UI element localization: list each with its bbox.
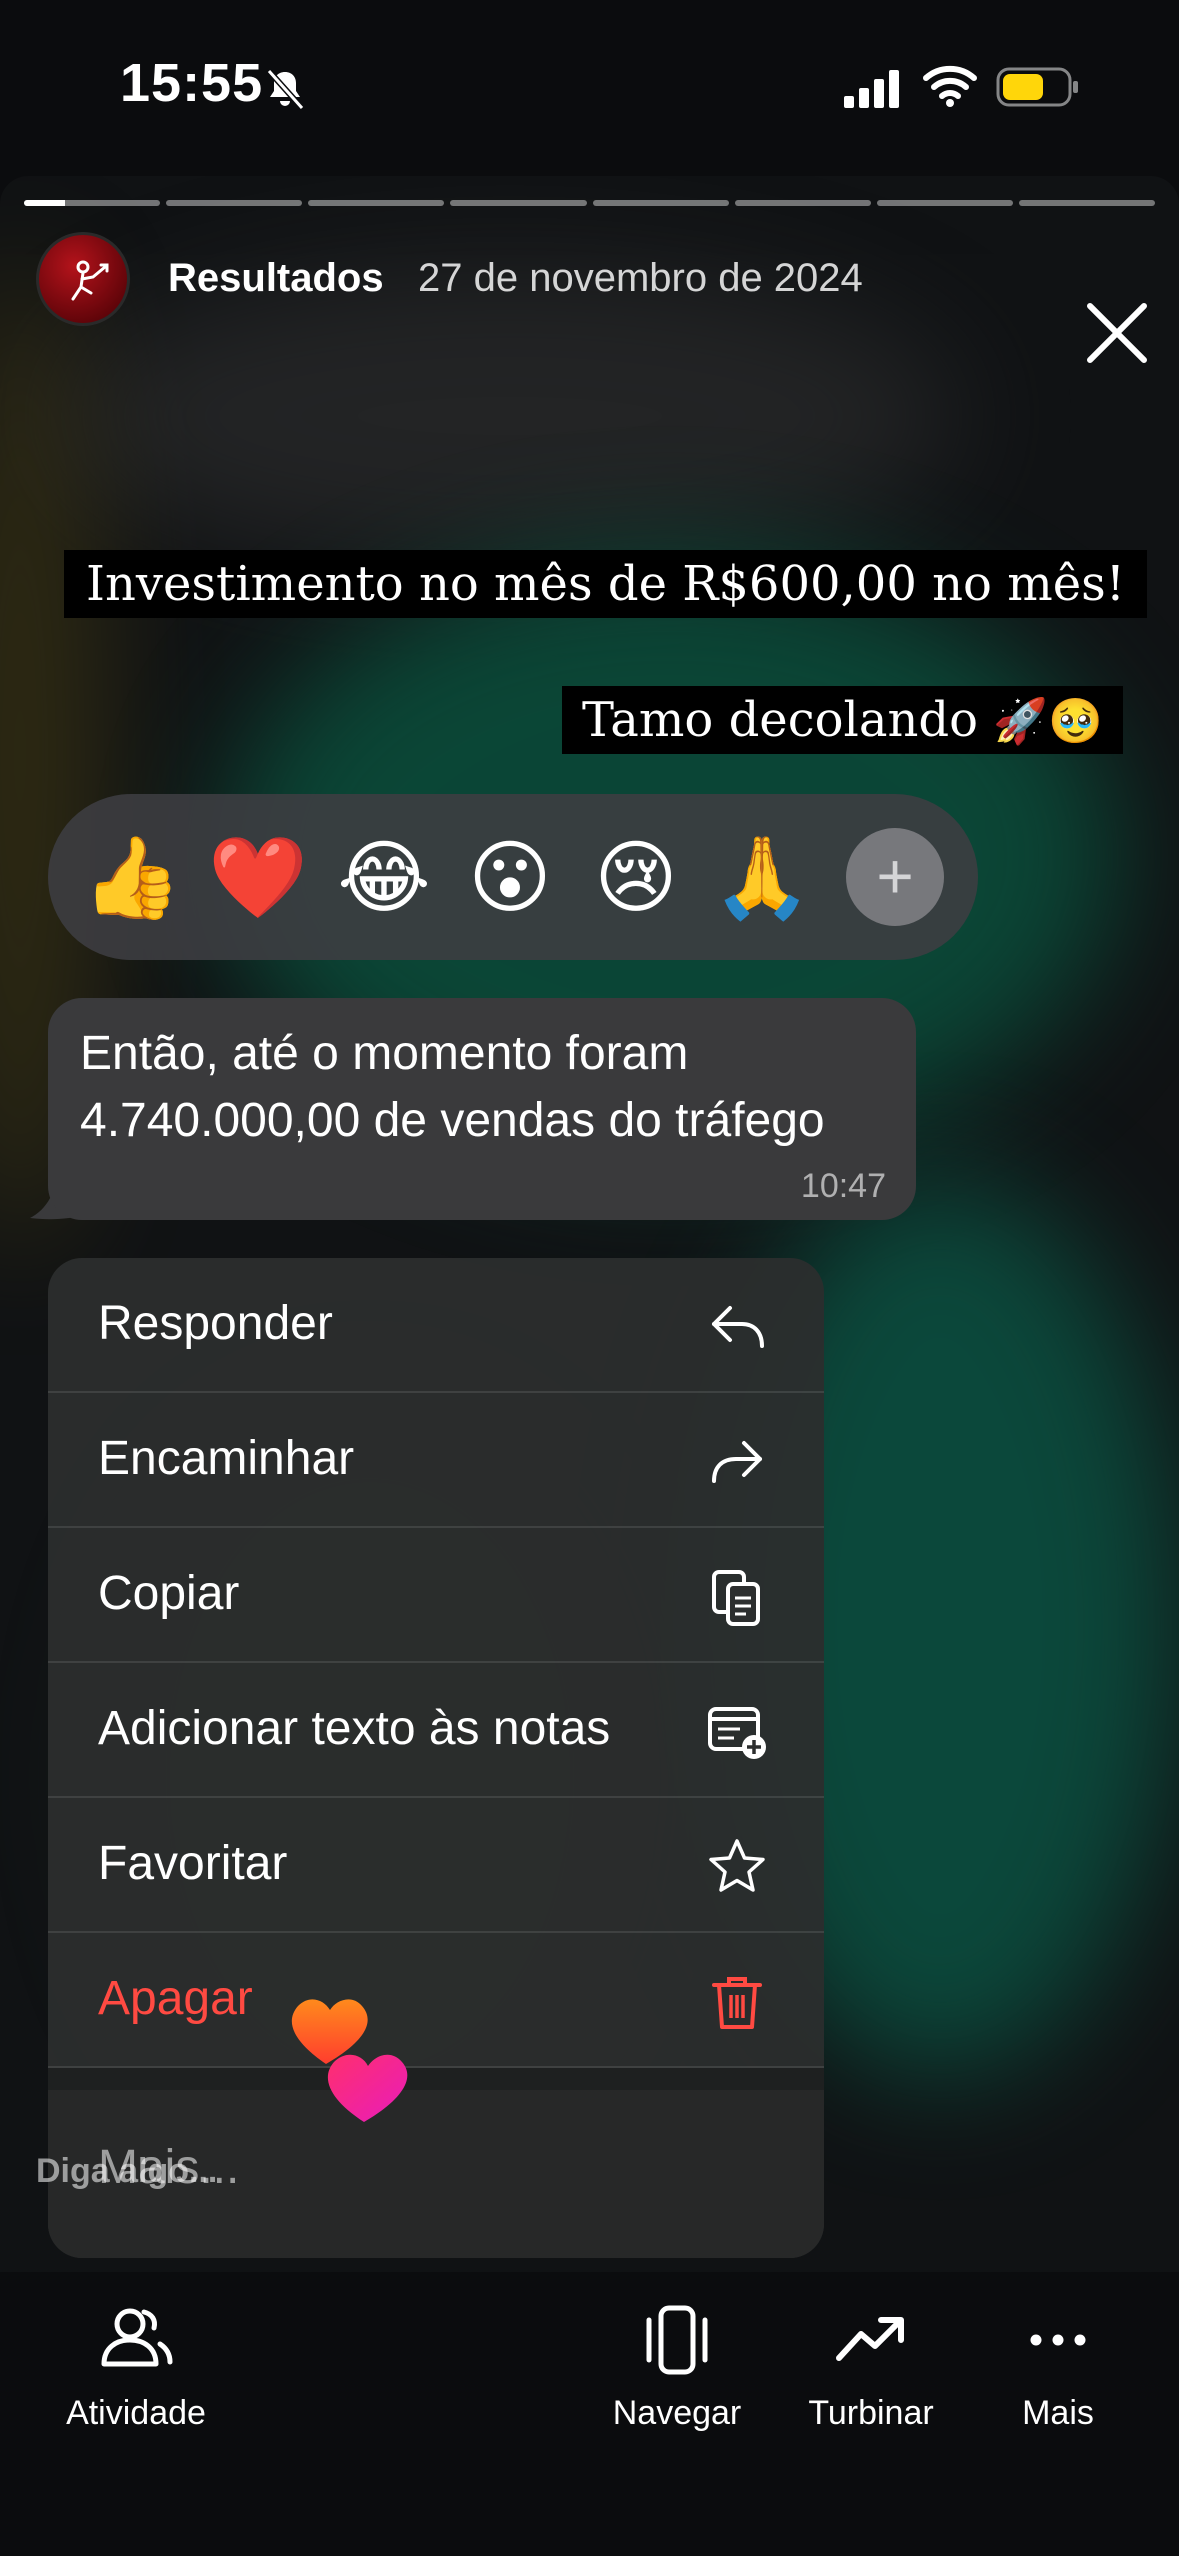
star-icon (709, 1839, 765, 1892)
floating-hearts-icon (291, 1999, 408, 2122)
story-progress-segment (166, 200, 303, 206)
story-progress-fill (24, 200, 65, 206)
menu-item-add-to-notes[interactable]: Adicionar texto às notas (48, 1663, 824, 1798)
story-progress-segment (24, 200, 161, 206)
close-icon[interactable] (1086, 302, 1148, 364)
status-bar: 15:55 (0, 0, 1179, 170)
plus-icon: + (876, 840, 914, 912)
reply-icon (712, 1306, 764, 1348)
copy-icon (712, 1570, 760, 1626)
reaction-laughing[interactable]: 😂 (332, 826, 436, 930)
navigate-cards-icon (646, 2305, 708, 2375)
more-dots-icon (1030, 2334, 1086, 2346)
menu-item-label: Adicionar texto às notas (98, 1702, 611, 1755)
bottom-toolbar: Atividade Navegar Turbinar Mais (0, 2272, 1179, 2556)
story-account-name[interactable]: Resultados (168, 256, 384, 301)
caption-text: Tamo decolando (582, 692, 994, 748)
more-reactions-button[interactable]: + (846, 828, 944, 926)
tab-label: Atividade (66, 2394, 206, 2432)
story-date: 27 de novembro de 2024 (418, 256, 863, 300)
caption-emoji: 🚀🥹 (993, 696, 1103, 747)
story-progress-bar (24, 200, 1155, 206)
menu-item-label: Apagar (98, 1972, 253, 2025)
story-header: Resultados 27 de novembro de 2024 (0, 232, 1179, 363)
menu-item-favorite[interactable]: Favoritar (48, 1798, 824, 1933)
story-progress-segment (1018, 200, 1155, 206)
avatar[interactable] (36, 232, 130, 326)
wifi-icon (923, 65, 977, 107)
menu-item-copy[interactable]: Copiar (48, 1528, 824, 1663)
menu-separator (48, 2068, 824, 2090)
story-progress-segment (734, 200, 871, 206)
context-menu: Responder Encaminhar Copiar Adicionar te… (48, 1258, 824, 2258)
reaction-crying[interactable]: 😢 (584, 826, 688, 930)
story-progress-segment (592, 200, 729, 206)
story-caption: Investimento no mês de R$600,00 no mês! (64, 550, 1148, 618)
reaction-thumbs-up[interactable]: 👍 (80, 826, 184, 930)
menu-item-forward[interactable]: Encaminhar (48, 1393, 824, 1528)
cellular-signal-icon (844, 70, 899, 108)
menu-item-delete[interactable]: Apagar (48, 1933, 824, 2068)
status-time: 15:55 (120, 53, 264, 113)
story-viewer[interactable]: Resultados 27 de novembro de 2024 Invest… (0, 176, 1179, 2272)
forward-icon (712, 1441, 762, 1483)
add-note-icon (708, 1707, 766, 1759)
tab-label: Turbinar (808, 2394, 934, 2432)
story-caption-secondary: Tamo decolando 🚀🥹 (562, 686, 1123, 754)
account-logo-icon (71, 260, 109, 301)
tab-label: Mais (1022, 2394, 1094, 2432)
reaction-praying[interactable]: 🙏 (710, 826, 814, 930)
trash-icon (712, 1977, 762, 2029)
menu-item-label: Favoritar (98, 1837, 288, 1890)
reaction-surprised[interactable]: 😮 (458, 826, 562, 930)
bell-slash-icon (266, 69, 305, 110)
menu-item-label: Responder (98, 1297, 333, 1350)
menu-item-label: Encaminhar (98, 1432, 355, 1485)
tab-more[interactable]: Mais (1010, 2302, 1106, 2433)
reaction-bar: 👍 ❤️ 😂 😮 😢 🙏 + (48, 794, 978, 960)
reply-input-placeholder[interactable]: Diga algo... (36, 2152, 217, 2191)
tab-label: Navegar (612, 2394, 742, 2432)
story-progress-segment (450, 200, 587, 206)
story-progress-segment (876, 200, 1013, 206)
menu-item-reply[interactable]: Responder (48, 1258, 824, 1393)
message-time: 10:47 (800, 1167, 886, 1205)
tab-activity[interactable]: Atividade (56, 2302, 216, 2433)
message-text: Então, até o momento foram 4.740.000,00 … (80, 1027, 825, 1147)
menu-item-label: Copiar (98, 1567, 240, 1620)
message-bubble[interactable]: Então, até o momento foram 4.740.000,00 … (48, 998, 916, 1220)
trending-up-icon (836, 2317, 904, 2361)
tab-navigate[interactable]: Navegar (598, 2302, 756, 2433)
activity-people-icon (101, 2308, 173, 2367)
battery-icon (996, 67, 1078, 107)
tab-boost[interactable]: Turbinar (798, 2302, 944, 2433)
reaction-heart[interactable]: ❤️ (206, 826, 310, 930)
story-progress-segment (308, 200, 445, 206)
